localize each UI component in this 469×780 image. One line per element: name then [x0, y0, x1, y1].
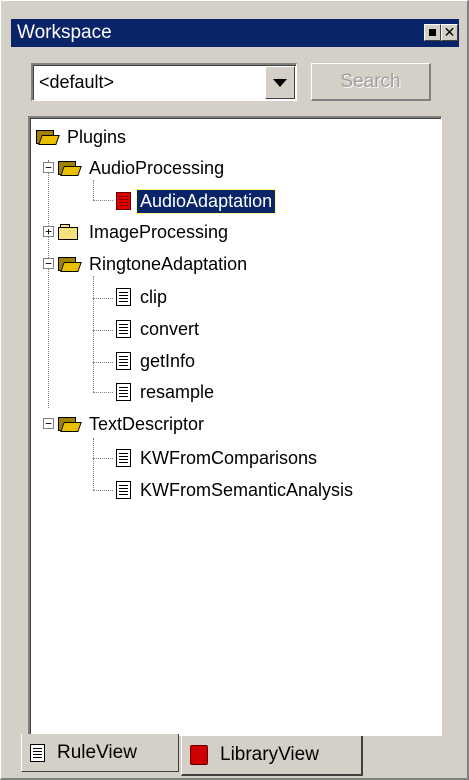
collapse-toggle[interactable]: −	[43, 162, 54, 173]
tree-connector	[93, 330, 113, 331]
tree-item-audioadaptation[interactable]: AudioAdaptation	[116, 188, 277, 214]
tree-item-label: KWFromSemanticAnalysis	[140, 479, 354, 500]
collapse-toggle[interactable]: −	[43, 418, 54, 429]
tree-item-label: TextDescriptor	[89, 413, 205, 434]
tree-connector	[93, 392, 113, 393]
tree-item-label: ImageProcessing	[89, 221, 229, 242]
tree-item-kwfromsemanticanalysis[interactable]: KWFromSemanticAnalysis	[116, 477, 356, 503]
folder-open-icon	[58, 160, 82, 176]
tree-item-audioprocessing[interactable]: AudioProcessing	[58, 155, 227, 181]
tree-connector	[93, 200, 113, 201]
tree-item-convert[interactable]: convert	[116, 316, 202, 342]
document-icon	[116, 352, 131, 370]
restore-button[interactable]	[424, 24, 441, 41]
tree-item-clip[interactable]: clip	[116, 284, 170, 310]
folder-open-icon	[58, 416, 82, 432]
tab-label: LibraryView	[220, 744, 319, 765]
document-icon	[30, 743, 45, 762]
tree-item-resample[interactable]: resample	[116, 379, 217, 405]
expand-toggle[interactable]: +	[43, 226, 54, 237]
title-bar[interactable]: Workspace ✕	[11, 19, 459, 47]
tree-item-textdescriptor[interactable]: TextDescriptor	[58, 411, 207, 437]
tree-connector	[48, 160, 49, 408]
combo-value: <default>	[39, 72, 115, 92]
tree-item-label: convert	[140, 318, 200, 339]
view-tabs: RuleView LibraryView	[21, 734, 451, 778]
tree-item-label: resample	[140, 381, 215, 402]
folder-closed-icon	[58, 224, 80, 240]
tree-item-label: KWFromComparisons	[140, 447, 318, 468]
workspace-panel: Workspace ✕ <default> Search Plugins − A…	[0, 0, 469, 780]
tree-item-getinfo[interactable]: getInfo	[116, 348, 198, 374]
tree-connector	[93, 276, 94, 392]
tab-libraryview[interactable]: LibraryView	[181, 736, 363, 776]
document-icon	[116, 320, 131, 338]
document-icon	[116, 449, 131, 467]
tree-item-label: Plugins	[67, 126, 127, 147]
chevron-down-icon	[273, 78, 287, 87]
collapse-toggle[interactable]: −	[43, 258, 54, 269]
plugin-tree[interactable]: Plugins − AudioProcessing AudioAdaptatio…	[28, 116, 442, 736]
tree-item-label: AudioProcessing	[89, 157, 225, 178]
tab-ruleview[interactable]: RuleView	[21, 734, 179, 772]
tree-connector	[93, 180, 94, 200]
tree-item-plugins[interactable]: Plugins	[36, 124, 129, 150]
search-button[interactable]: Search	[311, 63, 431, 101]
tree-item-kwfromcomparisons[interactable]: KWFromComparisons	[116, 445, 320, 471]
document-icon	[116, 288, 131, 306]
document-icon	[116, 383, 131, 401]
tree-item-label: RingtoneAdaptation	[89, 253, 248, 274]
close-icon: ✕	[443, 24, 456, 41]
tree-connector	[93, 298, 113, 299]
tree-connector	[93, 490, 113, 491]
close-button[interactable]: ✕	[441, 24, 458, 41]
tree-connector	[93, 458, 113, 459]
tree-item-imageprocessing[interactable]: ImageProcessing	[58, 219, 231, 245]
workspace-combo[interactable]: <default>	[31, 63, 297, 101]
tree-connector	[93, 362, 113, 363]
document-icon	[116, 481, 131, 499]
tab-label: RuleView	[57, 741, 137, 763]
window-title: Workspace	[17, 22, 112, 43]
folder-open-icon	[58, 256, 82, 272]
restore-icon	[429, 29, 436, 36]
tree-item-label: clip	[140, 286, 168, 307]
combo-dropdown-button[interactable]	[265, 66, 295, 99]
tree-item-label: getInfo	[140, 350, 196, 371]
tree-item-ringtoneadaptation[interactable]: RingtoneAdaptation	[58, 251, 250, 277]
tree-item-label: AudioAdaptation	[135, 188, 277, 214]
library-icon	[190, 745, 208, 765]
tree-connector	[93, 438, 94, 490]
plugin-red-icon	[116, 192, 131, 210]
folder-open-icon	[36, 129, 60, 145]
